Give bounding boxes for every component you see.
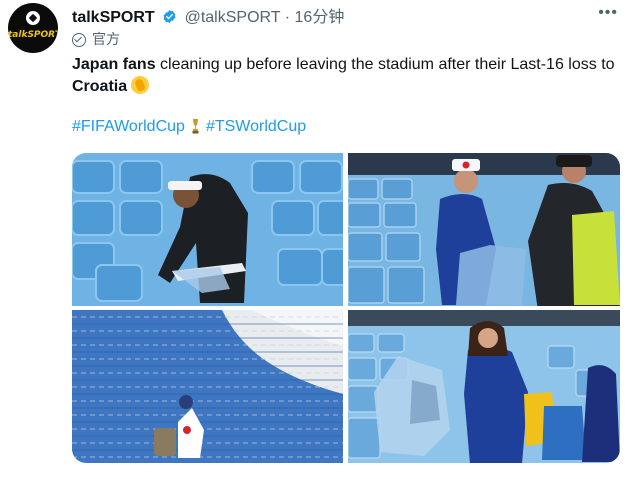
photo-fans-with-trash-bag[interactable] bbox=[348, 153, 620, 306]
trophy-icon bbox=[192, 119, 199, 134]
hashtags: #FIFAWorldCup #TSWorldCup bbox=[72, 118, 306, 136]
photo-child-cleaning[interactable] bbox=[72, 310, 343, 463]
media-grid[interactable] bbox=[72, 153, 620, 463]
tweet-text-bold-lead: Japan fans bbox=[72, 56, 156, 73]
official-label: 官方 bbox=[72, 29, 120, 49]
more-icon[interactable]: ••• bbox=[598, 4, 618, 22]
clap-emoji-icon bbox=[131, 76, 150, 94]
verified-badge-icon bbox=[163, 9, 176, 24]
photo-fan-with-headband[interactable] bbox=[72, 153, 343, 306]
official-label-text: 官方 bbox=[92, 31, 120, 47]
handle[interactable]: @talkSPORT bbox=[185, 9, 281, 26]
avatar-logo-text: talkSPORT bbox=[8, 30, 58, 40]
tweet-text-bold-tail: Croatia bbox=[72, 78, 128, 95]
official-check-icon bbox=[72, 33, 86, 47]
avatar[interactable]: talkSPORT bbox=[8, 3, 58, 53]
tweet-text: Japan fans cleaning up before leaving th… bbox=[72, 54, 632, 98]
timestamp[interactable]: 16分钟 bbox=[295, 9, 345, 26]
football-icon bbox=[26, 11, 40, 25]
photo-woman-with-bags[interactable] bbox=[348, 310, 620, 463]
display-name[interactable]: talkSPORT bbox=[72, 9, 155, 26]
tweet-text-body: cleaning up before leaving the stadium a… bbox=[155, 56, 615, 73]
hashtag-tsworldcup[interactable]: #TSWorldCup bbox=[206, 118, 306, 135]
separator: · bbox=[284, 9, 291, 26]
hashtag-fifaworldcup[interactable]: #FIFAWorldCup bbox=[72, 118, 185, 135]
tweet-header: talkSPORT @talkSPORT · 16分钟 bbox=[72, 3, 344, 27]
